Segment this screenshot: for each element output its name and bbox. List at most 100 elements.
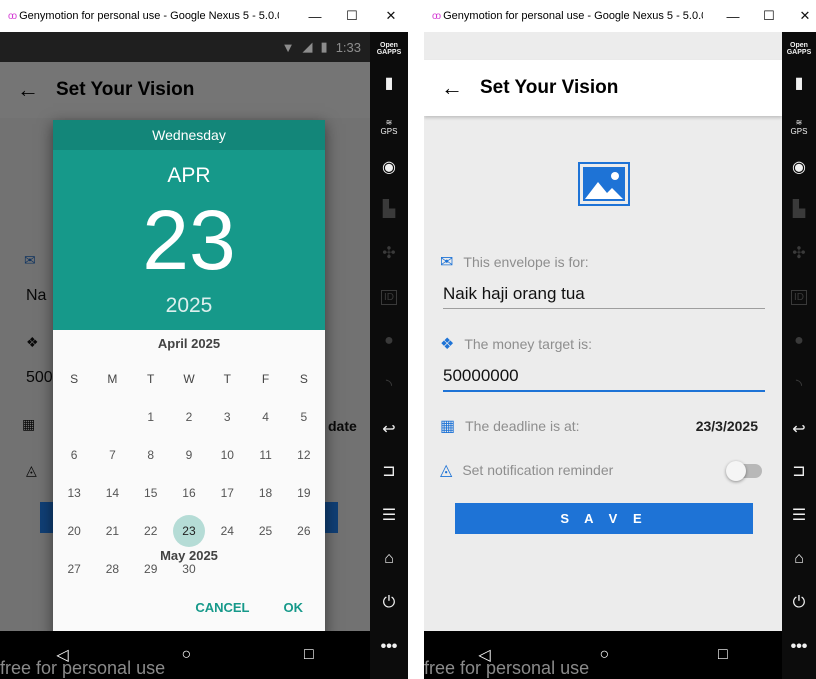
menu-icon[interactable]: ☰ [370, 498, 408, 532]
image-placeholder-icon[interactable] [578, 162, 630, 206]
back-icon[interactable]: ↩ [782, 412, 816, 446]
calendar-weekday-header: SMTWTFS [55, 360, 323, 398]
gps-button[interactable]: ≋ GPS [782, 110, 816, 144]
maximize-button[interactable]: ☐ [754, 0, 784, 32]
calendar-day[interactable]: 19 [285, 486, 323, 500]
capture-icon[interactable]: ▙ [370, 192, 408, 226]
weekday-header-cell: T [223, 372, 231, 386]
media-icon[interactable]: ● [782, 324, 816, 358]
nav-home-icon[interactable]: ○ [181, 646, 191, 664]
calendar-day-number: 3 [223, 410, 231, 424]
calendar-day-number: 16 [182, 486, 196, 500]
back-icon[interactable]: ↩ [370, 412, 408, 446]
calendar-day[interactable]: 12 [285, 448, 323, 462]
calendar-day[interactable]: 20 [55, 524, 93, 538]
home-icon[interactable]: ⌂ [370, 542, 408, 576]
open-gapps-button[interactable]: Open GAPPS [370, 32, 408, 66]
calendar-day[interactable]: 9 [170, 448, 208, 462]
calendar-day[interactable]: 1 [132, 410, 170, 424]
calendar-day[interactable]: 10 [208, 448, 246, 462]
calendar-day-number: 25 [258, 524, 273, 538]
minimize-button[interactable]: — [718, 0, 748, 32]
selected-day[interactable]: 23 [53, 198, 325, 282]
calendar-day[interactable]: 13 [55, 486, 93, 500]
calendar-day[interactable]: 7 [93, 448, 131, 462]
calendar-day[interactable]: 27 [55, 562, 93, 576]
deadline-value[interactable]: 23/3/2025 [696, 418, 758, 434]
nav-home-icon[interactable]: ○ [599, 646, 609, 664]
minimize-button[interactable]: — [300, 0, 330, 32]
weekday-header-cell: S [299, 372, 308, 386]
deadline-label-row[interactable]: ▦ The deadline is at: [440, 416, 580, 436]
id-button[interactable]: ID [370, 280, 408, 314]
camera-icon[interactable]: ◉ [782, 150, 816, 184]
calendar-day[interactable]: 26 [285, 524, 323, 538]
weekday-header-cell: T [147, 372, 155, 386]
calendar-day[interactable]: 21 [93, 524, 131, 538]
more-icon[interactable]: ••• [782, 630, 816, 664]
gps-button[interactable]: ≋ GPS [370, 110, 408, 144]
selected-year[interactable]: 2025 [53, 294, 325, 318]
calendar-day[interactable]: 6 [55, 448, 93, 462]
watermark: free for personal use [0, 658, 166, 678]
dpad-icon[interactable]: ✣ [370, 236, 408, 270]
calendar-day[interactable]: 3 [208, 410, 246, 424]
calendar-day[interactable]: 28 [93, 562, 131, 576]
selected-month[interactable]: APR [53, 164, 325, 188]
calendar-week-row: 20 21 22 23 24 25 26 [55, 512, 323, 550]
power-icon[interactable]: ⏻ [370, 586, 408, 620]
back-arrow-icon[interactable]: ← [424, 75, 480, 101]
calendar-day[interactable]: 29 [132, 562, 170, 576]
recent-apps-icon[interactable]: ⊐ [370, 454, 408, 488]
notification-toggle[interactable] [726, 461, 762, 481]
menu-icon[interactable]: ☰ [782, 498, 816, 532]
cast-icon[interactable]: ◝ [782, 368, 816, 402]
calendar-day[interactable]: 17 [208, 486, 246, 500]
money-input[interactable]: 50000000 [443, 366, 765, 392]
ok-button[interactable]: OK [284, 600, 304, 615]
calendar-day[interactable]: 8 [132, 448, 170, 462]
calendar-day[interactable]: 4 [246, 410, 284, 424]
calendar-day[interactable]: 2 [170, 410, 208, 424]
maximize-button[interactable]: ☐ [337, 0, 367, 32]
nav-recents-icon[interactable]: □ [304, 646, 314, 664]
calendar-day-selected[interactable]: 23 [170, 515, 208, 547]
calendar-day[interactable]: 22 [132, 524, 170, 538]
power-icon[interactable]: ⏻ [782, 586, 816, 620]
recent-apps-icon[interactable]: ⊐ [782, 454, 816, 488]
open-gapps-button[interactable]: Open GAPPS [782, 32, 816, 66]
save-button[interactable]: S A V E [455, 503, 753, 534]
calendar-day-number: 15 [144, 486, 158, 500]
more-icon[interactable]: ••• [370, 630, 408, 664]
calendar-day[interactable]: 25 [246, 524, 284, 538]
nav-recents-icon[interactable]: □ [718, 646, 728, 664]
genymotion-logo-icon: oo [432, 10, 441, 22]
battery-icon[interactable]: ▮ [782, 66, 816, 100]
capture-icon[interactable]: ▙ [782, 192, 816, 226]
home-icon[interactable]: ⌂ [782, 542, 816, 576]
close-button[interactable]: ✕ [790, 0, 816, 32]
calendar-day-number: 12 [297, 448, 311, 462]
cancel-button[interactable]: CANCEL [195, 600, 249, 615]
close-button[interactable]: ✕ [376, 0, 406, 32]
cast-icon[interactable]: ◝ [370, 368, 408, 402]
window-title: Genymotion for personal use - Google Nex… [19, 10, 280, 22]
calendar-day[interactable]: 16 [170, 486, 208, 500]
calendar-day[interactable]: 18 [246, 486, 284, 500]
id-button[interactable]: ID [782, 280, 816, 314]
camera-icon[interactable]: ◉ [370, 150, 408, 184]
calendar-day[interactable]: 5 [285, 410, 323, 424]
calendar-day-number: 28 [105, 562, 120, 576]
calendar-day[interactable]: 24 [208, 524, 246, 538]
calendar-day-number: 20 [67, 524, 81, 538]
calendar-day[interactable]: 11 [246, 448, 284, 462]
calendar-day[interactable]: 14 [93, 486, 131, 500]
battery-icon[interactable]: ▮ [370, 66, 408, 100]
dpad-icon[interactable]: ✣ [782, 236, 816, 270]
deadline-label: The deadline is at: [465, 418, 580, 434]
notification-label: Set notification reminder [462, 462, 614, 478]
calendar-day[interactable]: 15 [132, 486, 170, 500]
calendar-day[interactable]: 30 [170, 562, 208, 576]
media-icon[interactable]: ● [370, 324, 408, 358]
envelope-input[interactable]: Naik haji orang tua [443, 284, 765, 309]
